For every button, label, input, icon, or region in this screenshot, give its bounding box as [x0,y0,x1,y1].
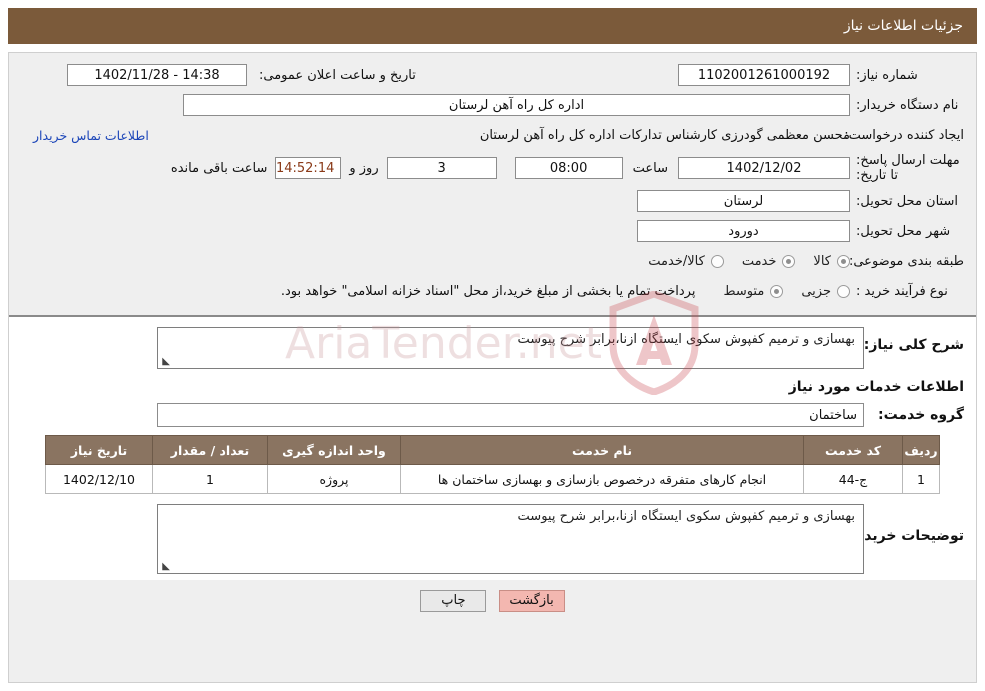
print-button[interactable]: چاپ [420,590,487,612]
deadline-time-value: 08:00 [514,157,623,179]
need-details-section: شرح کلی نیاز: بهسازی و ترمیم کفپوش سکوی … [9,317,976,580]
need-info-section: شماره نیاز: 1102001261000192 تاریخ و ساع… [9,53,976,317]
radio-icon[interactable] [782,254,796,268]
category-option-label: کالا [813,253,831,269]
buyer-notes-text: بهسازی و ترمیم کفپوش سکوی ایستگاه ازنا،ب… [517,509,855,524]
radio-icon[interactable] [710,254,724,268]
cell-unit: پروژه [267,464,401,494]
hour-label: ساعت [632,160,668,176]
footer-actions: بازگشت چاپ [9,580,976,618]
process-option-label: جزیی [801,283,831,299]
province-label: استان محل تحویل: [856,193,958,209]
buyer-notes-label: توضیحات خریدار: [845,528,964,544]
buyer-org-label: نام دستگاه خریدار: [856,97,959,113]
services-table: ردیف کد خدمت نام خدمت واحد اندازه گیری ت… [45,435,940,494]
buyer-contact-link[interactable]: اطلاعات تماس خریدار [33,128,149,143]
remaining-label: ساعت باقی مانده [170,160,268,176]
city-value: دورود [637,220,850,242]
col-unit: واحد اندازه گیری [267,435,401,465]
row-deadline: مهلت ارسال پاسخ: تا تاریخ: 1402/12/02 سا… [21,153,964,183]
cell-need-date: 1402/12/10 [45,464,153,494]
countdown-value: 14:52:14 [275,157,342,179]
category-option-khedmat[interactable]: خدمت [742,254,796,269]
row-service-group: گروه خدمت: ساختمان [21,403,964,427]
remaining-days-value: 3 [386,157,497,179]
buyer-notes-value: بهسازی و ترمیم کفپوش سکوی ایستگاه ازنا،ب… [157,504,864,574]
cell-quantity: 1 [152,464,268,494]
col-need-date: تاریخ نیاز [45,435,153,465]
days-label: روز و [349,160,379,176]
row-buyer-notes: توضیحات خریدار: بهسازی و ترمیم کفپوش سکو… [21,504,964,574]
public-announce-label: تاریخ و ساعت اعلان عمومی: [259,67,416,83]
page-root: جزئیات اطلاعات نیاز شماره نیاز: 11020012… [0,0,985,691]
general-desc-value: بهسازی و ترمیم کفپوش سکوی ایستگاه ازنا،ب… [157,327,864,369]
row-general-desc: شرح کلی نیاز: بهسازی و ترمیم کفپوش سکوی … [21,327,964,369]
row-creator: ایجاد کننده درخواست: محسن معظمی گودرزی ک… [21,123,964,147]
category-option-kala-khedmat[interactable]: کالا/خدمت [648,254,724,269]
col-quantity: تعداد / مقدار [152,435,268,465]
page-header: جزئیات اطلاعات نیاز [8,8,977,44]
back-button[interactable]: بازگشت [498,590,565,612]
need-number-label: شماره نیاز: [856,67,918,83]
row-category: طبقه بندی موضوعی: کالا خدمت کالا/خدمت [21,249,964,273]
public-announce-value: 14:38 - 1402/11/28 [67,64,247,86]
row-city: شهر محل تحویل: دورود [21,219,964,243]
resize-handle-icon[interactable]: ◣ [160,357,170,367]
service-group-label: گروه خدمت: [878,407,964,423]
category-option-kala[interactable]: کالا [813,254,850,269]
row-buyer-org: نام دستگاه خریدار: اداره کل راه آهن لرست… [21,93,964,117]
cell-service-name: انجام کارهای متفرقه درخصوص بازسازی و بهس… [400,464,804,494]
service-group-value: ساختمان [157,403,864,427]
category-option-label: خدمت [741,253,777,269]
services-table-wrap: ردیف کد خدمت نام خدمت واحد اندازه گیری ت… [45,435,940,494]
deadline-date-value: 1402/12/02 [678,157,850,179]
general-desc-label: شرح کلی نیاز: [863,337,964,353]
buyer-org-value: اداره کل راه آهن لرستان [183,94,850,116]
city-label: شهر محل تحویل: [856,223,951,239]
col-service-code: کد خدمت [803,435,903,465]
process-label: نوع فرآیند خرید : [856,283,948,299]
col-radif: ردیف [902,435,940,465]
cell-radif: 1 [902,464,940,494]
services-heading: اطلاعات خدمات مورد نیاز [788,379,964,395]
category-label: طبقه بندی موضوعی: [848,253,964,269]
table-header-row: ردیف کد خدمت نام خدمت واحد اندازه گیری ت… [45,435,940,465]
radio-icon[interactable] [837,254,850,268]
process-option-motevaset[interactable]: متوسط [723,283,784,299]
radio-icon[interactable] [837,284,850,298]
need-number-value: 1102001261000192 [678,64,850,86]
cell-service-code: ج-44 [803,464,903,494]
row-process-type: نوع فرآیند خرید : جزیی متوسط پرداخت تمام… [21,279,964,303]
page-title: جزئیات اطلاعات نیاز [843,18,963,34]
row-need-number: شماره نیاز: 1102001261000192 تاریخ و ساع… [21,63,964,87]
col-service-name: نام خدمت [400,435,804,465]
process-note: پرداخت تمام یا بخشی از مبلغ خرید،از محل … [280,283,696,299]
general-desc-text: بهسازی و ترمیم کفپوش سکوی ایستگاه ازنا،ب… [517,332,855,347]
process-option-jozei[interactable]: جزیی [801,284,850,299]
deadline-label: مهلت ارسال پاسخ: تا تاریخ: [856,153,960,183]
table-row: 1 ج-44 انجام کارهای متفرقه درخصوص بازساز… [45,464,940,494]
resize-handle-icon[interactable]: ◣ [160,562,170,572]
row-province: استان محل تحویل: لرستان [21,189,964,213]
creator-value: محسن معظمی گودرزی کارشناس تدارکات اداره … [479,127,850,143]
category-option-label: کالا/خدمت [648,253,705,269]
process-option-label: متوسط [723,283,765,299]
creator-label: ایجاد کننده درخواست: [844,127,964,143]
radio-icon[interactable] [770,284,784,298]
details-panel: شماره نیاز: 1102001261000192 تاریخ و ساع… [8,52,977,683]
province-value: لرستان [637,190,850,212]
